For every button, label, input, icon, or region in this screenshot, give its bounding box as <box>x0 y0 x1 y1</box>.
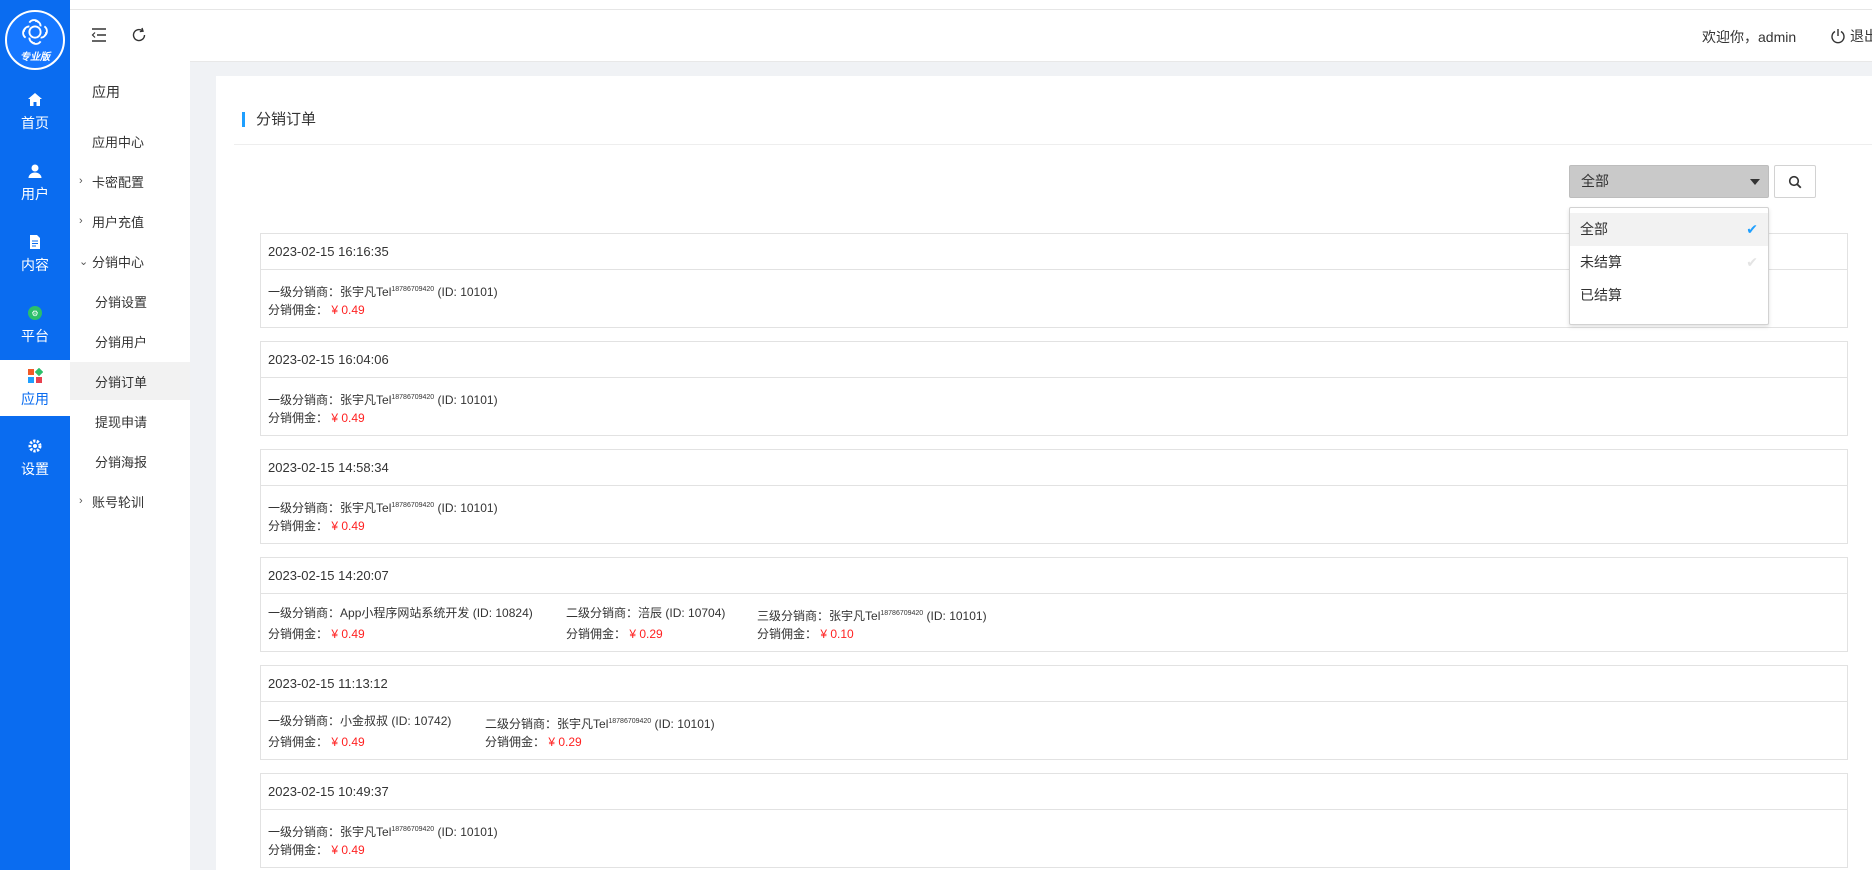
distributor-level1: 一级分销商：张宇凡Tel18786709420 (ID: 10101) 分销佣金… <box>268 501 498 533</box>
subnav-item-label: 账号轮训 <box>92 494 145 510</box>
subnav-item-distribution-center[interactable]: ⌄ 分销中心 <box>70 242 190 280</box>
option-label: 全部 <box>1580 221 1608 237</box>
logo-icon <box>22 19 48 45</box>
subnav-item-label: 分销海报 <box>95 454 148 470</box>
subnav-item-label: 提现申请 <box>95 414 148 430</box>
distributor-level1: 一级分销商：张宇凡Tel18786709420 (ID: 10101) 分销佣金… <box>268 393 498 425</box>
subnav-item-distribution-poster[interactable]: 分销海报 <box>70 442 190 480</box>
rail-item-label: 应用 <box>21 390 49 407</box>
subnav-item-label: 分销订单 <box>95 374 148 390</box>
order-time: 2023-02-15 10:49:37 <box>261 774 1847 810</box>
distributor-level1: 一级分销商：小金叔叔 (ID: 10742) 分销佣金： ¥ 0.49 <box>268 714 452 749</box>
subnav-item-label: 分销用户 <box>95 334 148 350</box>
subnav-item-withdraw-requests[interactable]: 提现申请 <box>70 402 190 440</box>
subnav-item-account-rotation[interactable]: › 账号轮训 <box>70 482 190 520</box>
caret-down-icon <box>1750 179 1760 185</box>
order-time: 2023-02-15 14:58:34 <box>261 450 1847 486</box>
subnav-item-distribution-orders[interactable]: 分销订单 <box>70 362 190 400</box>
rail-item-platform[interactable]: ⚙ 平台 <box>0 297 70 353</box>
order-time: 2023-02-15 14:20:07 <box>261 558 1847 594</box>
rail-item-label: 平台 <box>21 327 49 344</box>
chevron-right-icon: › <box>79 495 83 507</box>
apps-icon <box>27 367 43 384</box>
subnav-item-distribution-users[interactable]: 分销用户 <box>70 322 190 360</box>
svg-text:⚙: ⚙ <box>31 309 38 318</box>
welcome-text: 欢迎你，admin <box>1702 29 1797 45</box>
browser-top-strip <box>0 0 1872 10</box>
search-button[interactable] <box>1774 165 1816 198</box>
rail-item-user[interactable]: 用户 <box>0 155 70 211</box>
rail-item-settings[interactable]: 设置 <box>0 430 70 486</box>
main-rail: 专业版 首页 用户 内容 ⚙ 平台 应用 设置 <box>0 0 70 870</box>
subnav-item-label: 分销设置 <box>95 294 148 310</box>
rail-item-content[interactable]: 内容 <box>0 226 70 282</box>
platform-icon: ⚙ <box>27 305 43 321</box>
option-label: 未结算 <box>1580 254 1622 270</box>
power-icon <box>1831 29 1845 44</box>
collapse-menu-icon[interactable] <box>90 26 108 44</box>
rail-item-label: 内容 <box>21 256 49 273</box>
subnav-title: 应用 <box>92 84 120 100</box>
order-time: 2023-02-15 11:13:12 <box>261 666 1847 702</box>
distributor-level1: 一级分销商：张宇凡Tel18786709420 (ID: 10101) 分销佣金… <box>268 825 498 857</box>
select-value: 全部 <box>1581 173 1609 189</box>
status-filter-select[interactable]: 全部 <box>1569 165 1769 198</box>
distributor-level2: 二级分销商：涪辰 (ID: 10704) 分销佣金： ¥ 0.29 <box>566 606 726 641</box>
rail-item-label: 用户 <box>21 185 49 202</box>
order-card: 2023-02-15 10:49:37 一级分销商：张宇凡Tel18786709… <box>260 773 1848 868</box>
rail-item-label: 首页 <box>21 114 49 131</box>
main-panel: 分销订单 全部 全部 ✔ 未结算 ✔ 已结算 2023-02-15 16:16:… <box>216 76 1872 870</box>
rail-item-label: 设置 <box>21 460 49 477</box>
logout-label: 退出 <box>1850 28 1872 44</box>
subnav-item-label: 用户充值 <box>92 214 145 230</box>
app-logo[interactable]: 专业版 <box>5 10 65 70</box>
document-icon <box>27 234 43 250</box>
page-title: 分销订单 <box>242 112 316 127</box>
user-icon <box>27 163 43 179</box>
order-card: 2023-02-15 16:04:06 一级分销商：张宇凡Tel18786709… <box>260 341 1848 436</box>
chevron-right-icon: › <box>79 175 83 187</box>
check-icon: ✔ <box>1746 254 1758 270</box>
distributor-level3: 三级分销商：张宇凡Tel18786709420 (ID: 10101) 分销佣金… <box>757 609 987 641</box>
subnav-item-app-center[interactable]: 应用中心 <box>70 122 190 160</box>
subnav-item-distribution-settings[interactable]: 分销设置 <box>70 282 190 320</box>
order-card: 2023-02-15 14:20:07 一级分销商：App小程序网站系统开发 (… <box>260 557 1848 652</box>
gear-icon <box>27 438 43 454</box>
logo-badge: 专业版 <box>20 52 50 63</box>
title-divider <box>234 144 1872 145</box>
sub-sidebar: 应用 应用中心 › 卡密配置 › 用户充值 ⌄ 分销中心 分销设置 分销用户 分… <box>70 60 190 870</box>
rail-item-apps[interactable]: 应用 <box>0 360 70 416</box>
distributor-level1: 一级分销商：App小程序网站系统开发 (ID: 10824) 分销佣金： ¥ 0… <box>268 606 533 641</box>
subnav-item-label: 卡密配置 <box>92 174 145 190</box>
subnav-item-label: 分销中心 <box>92 254 145 270</box>
subnav-item-label: 应用中心 <box>92 134 145 150</box>
order-card: 2023-02-15 11:13:12 一级分销商：小金叔叔 (ID: 1074… <box>260 665 1848 760</box>
chevron-down-icon: ⌄ <box>79 255 89 268</box>
logout-button[interactable]: 退出 <box>1830 26 1872 46</box>
dropdown-option-all[interactable]: 全部 ✔ <box>1570 213 1768 246</box>
chevron-right-icon: › <box>79 215 83 227</box>
top-header: 欢迎你，admin 退出 <box>70 10 1872 62</box>
distributor-level2: 二级分销商：张宇凡Tel18786709420 (ID: 10101) 分销佣金… <box>485 717 715 749</box>
rail-item-home[interactable]: 首页 <box>0 84 70 140</box>
dropdown-option-settled[interactable]: 已结算 <box>1570 279 1768 312</box>
refresh-icon[interactable] <box>130 26 148 44</box>
order-card: 2023-02-15 14:58:34 一级分销商：张宇凡Tel18786709… <box>260 449 1848 544</box>
dropdown-option-unsettled[interactable]: 未结算 ✔ <box>1570 246 1768 279</box>
status-filter-dropdown: 全部 ✔ 未结算 ✔ 已结算 <box>1569 207 1769 325</box>
home-icon <box>27 92 43 108</box>
search-icon <box>1788 175 1802 188</box>
subnav-item-user-recharge[interactable]: › 用户充值 <box>70 202 190 240</box>
distributor-level1: 一级分销商：张宇凡Tel18786709420 (ID: 10101) 分销佣金… <box>268 285 498 317</box>
subnav-item-card-config[interactable]: › 卡密配置 <box>70 162 190 200</box>
check-icon: ✔ <box>1746 221 1758 237</box>
order-time: 2023-02-15 16:04:06 <box>261 342 1847 378</box>
option-label: 已结算 <box>1580 287 1622 303</box>
